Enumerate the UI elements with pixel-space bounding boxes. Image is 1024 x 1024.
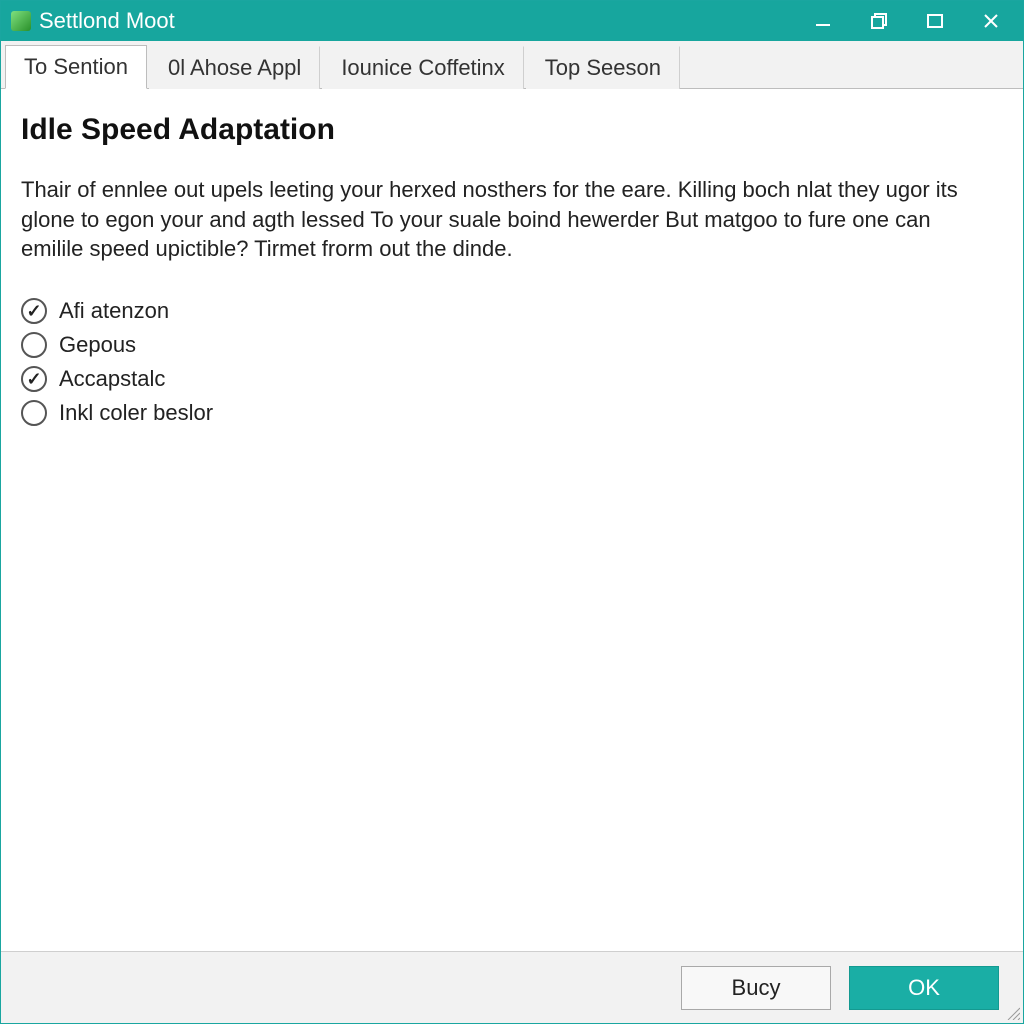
titlebar-controls [795, 1, 1019, 41]
options-group: Afi atenzon Gepous Accapstalc Inkl coler… [21, 298, 1003, 426]
tab-top-seeson[interactable]: Top Seeson [526, 46, 680, 89]
option-accapstalc[interactable]: Accapstalc [21, 366, 1003, 392]
window-title: Settlond Moot [39, 8, 175, 34]
tab-label: Top Seeson [545, 55, 661, 80]
maximize-icon [925, 11, 945, 31]
close-icon [981, 11, 1001, 31]
dialog-footer: Bucy OK [1, 951, 1023, 1023]
radio-indicator [21, 400, 47, 426]
tab-label: To Sention [24, 54, 128, 79]
app-window: Settlond Moot To Sention 0l Ahose Appl I [0, 0, 1024, 1024]
page-title: Idle Speed Adaptation [21, 113, 1003, 147]
tabstrip: To Sention 0l Ahose Appl Iounice Coffeti… [1, 41, 1023, 89]
resize-grip-icon [1004, 1004, 1020, 1020]
content-area: Idle Speed Adaptation Thair of ennlee ou… [1, 89, 1023, 951]
option-gepous[interactable]: Gepous [21, 332, 1003, 358]
bucy-button[interactable]: Bucy [681, 966, 831, 1010]
option-label: Accapstalc [59, 366, 165, 392]
minimize-button[interactable] [795, 1, 851, 41]
tab-iounice-coffetinx[interactable]: Iounice Coffetinx [322, 46, 523, 89]
titlebar: Settlond Moot [1, 1, 1023, 41]
minimize-icon [813, 11, 833, 31]
close-button[interactable] [963, 1, 1019, 41]
tab-to-sention[interactable]: To Sention [5, 45, 147, 89]
ok-button[interactable]: OK [849, 966, 999, 1010]
tab-label: 0l Ahose Appl [168, 55, 301, 80]
page-description: Thair of ennlee out upels leeting your h… [21, 175, 961, 264]
app-icon [11, 11, 31, 31]
radio-indicator [21, 298, 47, 324]
titlebar-left: Settlond Moot [11, 8, 175, 34]
maximize-button[interactable] [907, 1, 963, 41]
resize-grip[interactable] [1004, 1004, 1020, 1020]
tab-ol-ahose-appl[interactable]: 0l Ahose Appl [149, 46, 320, 89]
option-label: Gepous [59, 332, 136, 358]
radio-indicator [21, 366, 47, 392]
option-label: Inkl coler beslor [59, 400, 213, 426]
button-label: OK [908, 975, 940, 1001]
restore-icon [869, 11, 889, 31]
button-label: Bucy [732, 975, 781, 1001]
option-inkl-coler-beslor[interactable]: Inkl coler beslor [21, 400, 1003, 426]
option-afi-atenzon[interactable]: Afi atenzon [21, 298, 1003, 324]
tab-label: Iounice Coffetinx [341, 55, 504, 80]
radio-indicator [21, 332, 47, 358]
restore-button[interactable] [851, 1, 907, 41]
option-label: Afi atenzon [59, 298, 169, 324]
